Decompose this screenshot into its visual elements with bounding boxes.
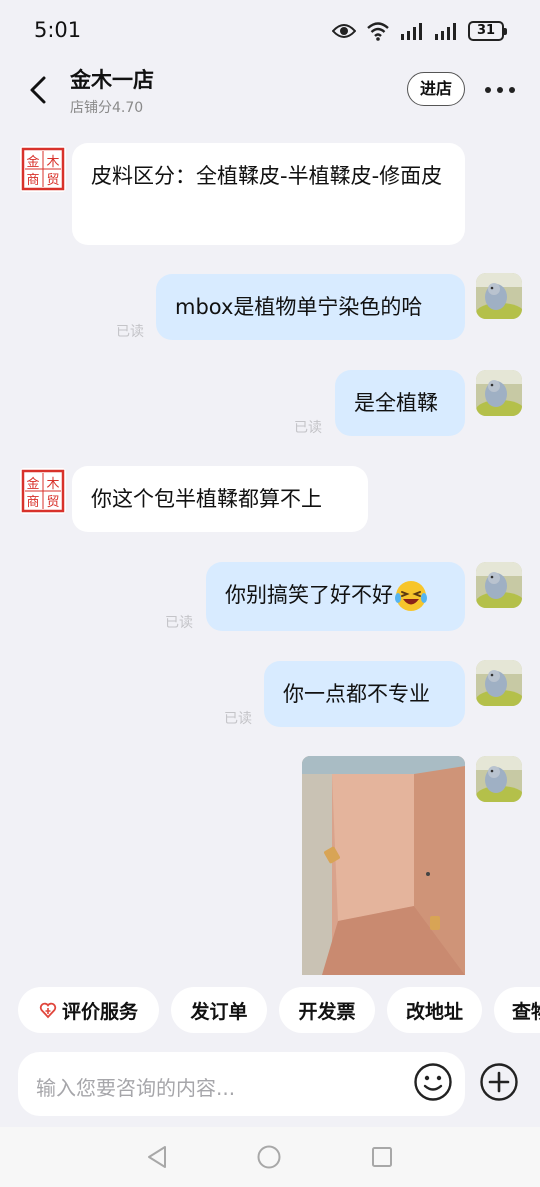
svg-text:贸: 贸 (46, 173, 59, 188)
shop-avatar[interactable]: 金 木 商 贸 (20, 468, 66, 514)
user-avatar[interactable] (476, 756, 522, 802)
message-bubble[interactable]: 皮料区分：全植鞣皮-半植鞣皮-修面皮 (72, 143, 465, 245)
user-avatar[interactable] (476, 660, 522, 706)
user-avatar[interactable] (476, 562, 522, 608)
status-bar: 5:01 31 (0, 0, 540, 62)
status-icons: 31 (332, 20, 507, 42)
user-avatar-image (476, 273, 522, 319)
quick-actions: 评价服务 发订单 开发票 改地址 查物 (0, 987, 540, 1033)
status-time: 5:01 (34, 18, 82, 42)
emoji-picker-icon[interactable] (413, 1062, 453, 1102)
nav-back-icon[interactable] (146, 1145, 168, 1169)
svg-text:商: 商 (26, 173, 39, 188)
send-order-chip[interactable]: 发订单 (171, 987, 267, 1033)
issue-invoice-chip[interactable]: 开发票 (279, 987, 375, 1033)
message-bubble[interactable]: 是全植鞣 (335, 370, 465, 436)
user-avatar[interactable] (476, 273, 522, 319)
shop-seal-logo: 金 木 商 贸 (21, 147, 65, 191)
read-status: 已读 (294, 420, 322, 436)
message-input[interactable]: 输入您要咨询的内容... (18, 1052, 465, 1116)
read-status: 已读 (224, 711, 252, 727)
image-message[interactable] (302, 756, 465, 975)
bag-interior-photo (302, 756, 465, 975)
message-bubble[interactable]: 你别搞笑了好不好 (206, 562, 465, 631)
wifi-icon (367, 22, 389, 41)
laughing-crying-emoji-icon (395, 581, 427, 611)
shop-score: 店铺分4.70 (70, 100, 144, 116)
shop-avatar[interactable]: 金 木 商 贸 (20, 146, 66, 192)
svg-text:商: 商 (26, 495, 39, 510)
signal-icon-1 (401, 23, 422, 40)
user-avatar-image (476, 562, 522, 608)
user-avatar-image (476, 756, 522, 802)
user-avatar[interactable] (476, 370, 522, 416)
message-bubble[interactable]: mbox是植物单宁染色的哈 (156, 274, 465, 340)
heart-icon (39, 1002, 57, 1019)
nav-home-icon[interactable] (257, 1145, 281, 1169)
track-logistics-chip[interactable]: 查物 (494, 987, 540, 1033)
enter-shop-button[interactable]: 进店 (407, 72, 465, 106)
add-attachment-icon[interactable] (479, 1062, 519, 1102)
rate-service-label: 评价服务 (61, 1000, 138, 1023)
svg-text:木: 木 (46, 477, 59, 492)
change-address-chip[interactable]: 改地址 (387, 987, 482, 1033)
user-avatar-image (476, 370, 522, 416)
more-options-icon[interactable] (484, 85, 516, 95)
shop-seal-logo: 金 木 商 贸 (21, 469, 65, 513)
svg-text:贸: 贸 (46, 495, 59, 510)
signal-icon-2 (435, 23, 456, 40)
svg-text:金: 金 (26, 154, 39, 170)
svg-text:金: 金 (26, 476, 39, 492)
message-text: 你别搞笑了好不好 (225, 583, 393, 607)
system-nav-bar (0, 1127, 540, 1187)
user-avatar-image (476, 660, 522, 706)
message-bubble[interactable]: 你这个包半植鞣都算不上 (72, 466, 368, 532)
input-placeholder: 输入您要咨询的内容... (36, 1076, 236, 1100)
rate-service-chip[interactable]: 评价服务 (18, 987, 159, 1033)
battery-indicator: 31 (468, 21, 507, 41)
svg-text:木: 木 (46, 155, 59, 170)
nav-recent-apps-icon[interactable] (371, 1146, 393, 1168)
eye-icon (332, 24, 356, 38)
shop-name[interactable]: 金木一店 (70, 64, 154, 94)
back-arrow-icon[interactable] (24, 72, 54, 108)
read-status: 已读 (116, 324, 144, 340)
read-status: 已读 (165, 615, 193, 631)
chat-header: 金木一店 店铺分4.70 进店 (0, 62, 540, 124)
message-bubble[interactable]: 你一点都不专业 (264, 661, 465, 727)
